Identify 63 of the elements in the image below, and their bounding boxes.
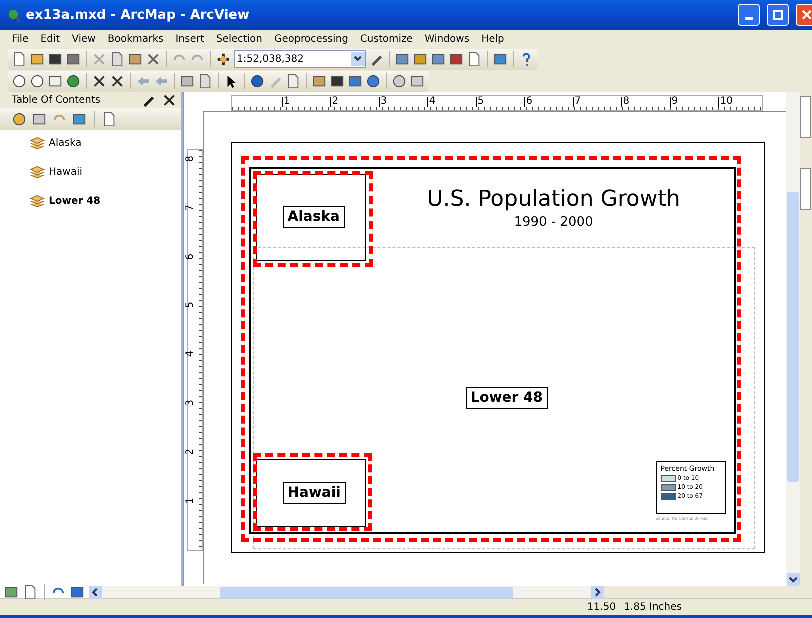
minimize-button[interactable] [738,4,760,26]
status-y: 1.85 Inches [624,602,682,612]
layer-name[interactable]: Lower 48 [49,196,101,207]
scroll-down-icon[interactable] [788,575,798,584]
dock-tab[interactable] [800,168,812,210]
frame-label: Lower 48 [466,387,548,409]
maximize-icon [773,10,783,20]
ruler-number: 7 [186,204,196,211]
ruler-number: 9 [670,97,678,107]
new-document-icon[interactable] [12,52,27,66]
menu-item[interactable]: View [66,34,102,44]
close-icon [802,10,812,20]
ruler-number: 3 [186,400,196,406]
ruler-number: 8 [186,156,196,162]
ruler-number: 3 [378,97,388,107]
delete-icon[interactable] [146,52,161,66]
layers-icon [30,136,45,151]
menu-item[interactable]: Geoprocessing [268,34,354,44]
ruler-number: 1 [282,97,290,107]
layer-name[interactable]: Alaska [49,138,82,149]
ruler-number: 6 [524,97,533,107]
map-subtitle: 1990 - 2000 [514,215,594,230]
menu-item[interactable]: Edit [34,34,66,44]
layer-name[interactable]: Hawaii [49,167,83,178]
horizontal-scrollbar[interactable] [88,586,604,598]
scale-field[interactable]: 1:52,038,382 [234,50,366,68]
ruler-number: 5 [476,97,484,107]
close-icon[interactable] [162,92,177,108]
ruler-number: 6 [186,253,196,260]
scroll-right-icon[interactable] [593,588,602,596]
ruler-number: 10 [718,97,734,107]
vertical-scrollbar[interactable] [786,92,800,586]
window-title: ex13a.mxd - ArcMap - ArcView [26,8,251,22]
ruler-number: 2 [186,448,196,455]
panel-title: Table Of Contents [12,94,102,106]
layers-icon [30,165,45,180]
menu-item[interactable]: Customize [354,34,419,44]
ruler-number: 8 [621,97,630,107]
menu-item[interactable]: Windows [418,34,476,44]
ruler-number: 5 [186,302,196,309]
add-data-icon[interactable] [216,52,231,66]
menu-item[interactable]: Insert [170,34,210,44]
globe-icon[interactable] [66,74,81,88]
ruler-number: 2 [330,97,339,107]
status-x: 11.50 [587,602,616,612]
maximize-button[interactable] [767,4,789,26]
ruler-number: 4 [186,351,196,358]
menu-item[interactable]: Selection [210,34,268,44]
close-button[interactable] [796,4,812,26]
minimize-icon [745,16,753,20]
ruler-number: 4 [427,97,436,107]
ruler-number: 1 [186,497,196,504]
app-icon [6,8,21,22]
frame-label: Alaska [282,206,345,228]
dock-tab[interactable] [800,96,812,138]
map-title: U.S. Population Growth [426,187,682,212]
frame-label: Hawaii [282,482,346,504]
menu-item[interactable]: Bookmarks [102,34,170,44]
scroll-left-icon[interactable] [90,588,100,596]
layers-icon [30,194,45,209]
ruler-number: 7 [572,97,582,107]
menu-item[interactable]: File [6,34,35,44]
menu-item[interactable]: Help [476,34,510,44]
